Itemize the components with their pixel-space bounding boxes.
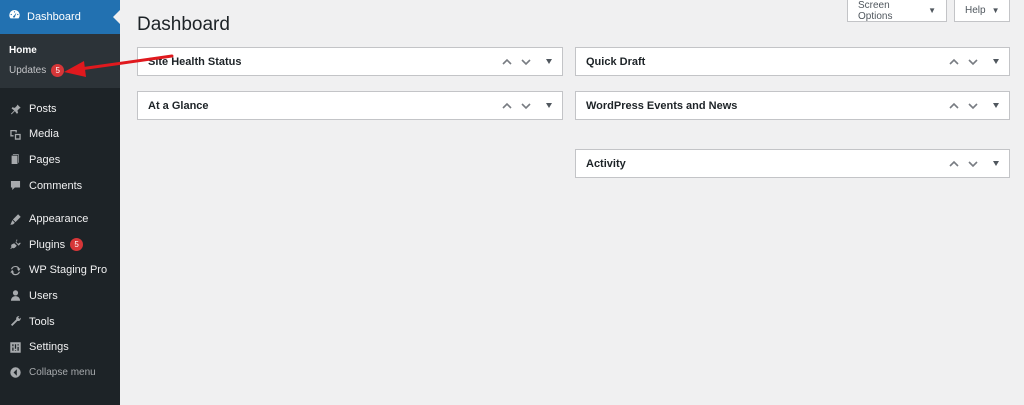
dashboard-icon xyxy=(8,8,21,26)
appearance-icon xyxy=(8,212,22,226)
sidebar-item-label: Appearance xyxy=(29,213,89,226)
move-up-icon[interactable] xyxy=(948,158,960,170)
help-button[interactable]: Help ▼ xyxy=(954,0,1010,22)
sidebar-item-appearance[interactable]: Appearance xyxy=(0,206,120,232)
plugins-icon xyxy=(8,238,22,252)
toggle-panel-icon[interactable] xyxy=(546,103,552,108)
sync-icon xyxy=(8,263,22,277)
submenu-item-label: Home xyxy=(9,44,37,56)
widget-quick-draft: Quick Draft xyxy=(575,47,1010,76)
widget-title: At a Glance xyxy=(148,99,209,112)
dashboard-submenu: Home Updates 5 xyxy=(0,34,120,88)
pages-icon xyxy=(8,153,22,167)
sidebar-item-label: Pages xyxy=(29,153,61,166)
caret-down-icon: ▼ xyxy=(991,6,1000,15)
move-up-icon[interactable] xyxy=(501,100,513,112)
settings-icon xyxy=(8,340,22,354)
comments-icon xyxy=(8,179,22,193)
sidebar-item-settings[interactable]: Settings xyxy=(0,334,120,360)
move-down-icon[interactable] xyxy=(967,56,979,68)
sidebar-item-label: Posts xyxy=(29,102,57,115)
users-icon xyxy=(8,289,22,303)
widget-title: Quick Draft xyxy=(586,55,646,68)
sidebar-item-pages[interactable]: Pages xyxy=(0,147,120,173)
plugins-count-badge: 5 xyxy=(70,238,84,252)
widget-title: Site Health Status xyxy=(148,55,242,68)
page-title: Dashboard xyxy=(137,14,230,35)
screen-options-label: Screen Options xyxy=(858,0,893,22)
move-down-icon[interactable] xyxy=(967,158,979,170)
sidebar-item-label: Settings xyxy=(29,341,69,354)
move-down-icon[interactable] xyxy=(520,100,532,112)
widget-wordpress-events-and-news: WordPress Events and News xyxy=(575,91,1010,120)
submenu-item-updates[interactable]: Updates 5 xyxy=(0,60,120,80)
help-label: Help xyxy=(965,5,986,16)
sidebar-item-posts[interactable]: Posts xyxy=(0,96,120,122)
wrench-icon xyxy=(8,315,22,329)
widget-title: Activity xyxy=(586,157,626,170)
sidebar-item-label: Collapse menu xyxy=(29,367,96,379)
submenu-item-home[interactable]: Home xyxy=(0,40,120,60)
sidebar-item-wp-staging-pro[interactable]: WP Staging Pro xyxy=(0,258,120,284)
pushpin-icon xyxy=(8,102,22,116)
collapse-menu-button[interactable]: Collapse menu xyxy=(0,360,120,386)
move-up-icon[interactable] xyxy=(948,100,960,112)
sidebar-item-comments[interactable]: Comments xyxy=(0,173,120,199)
move-down-icon[interactable] xyxy=(967,100,979,112)
collapse-icon xyxy=(8,366,22,380)
sidebar-item-label: Tools xyxy=(29,315,55,328)
sidebar-item-plugins[interactable]: Plugins 5 xyxy=(0,232,120,258)
move-down-icon[interactable] xyxy=(520,56,532,68)
sidebar-item-tools[interactable]: Tools xyxy=(0,309,120,335)
widget-site-health-status: Site Health Status xyxy=(137,47,563,76)
sidebar-item-label: Comments xyxy=(29,179,83,192)
move-up-icon[interactable] xyxy=(948,56,960,68)
sidebar-item-dashboard[interactable]: Dashboard xyxy=(0,0,120,34)
sidebar-item-label: WP Staging Pro xyxy=(29,264,108,277)
sidebar-item-label: Users xyxy=(29,289,58,302)
media-icon xyxy=(8,127,22,141)
sidebar-item-users[interactable]: Users xyxy=(0,283,120,309)
sidebar-item-label: Media xyxy=(29,128,59,141)
sidebar-item-media[interactable]: Media xyxy=(0,122,120,148)
sidebar-menu: Posts Media Pages Comments Appearance Pl… xyxy=(0,88,120,386)
submenu-item-label: Updates xyxy=(9,64,47,76)
widget-title: WordPress Events and News xyxy=(586,99,738,112)
move-up-icon[interactable] xyxy=(501,56,513,68)
caret-down-icon: ▼ xyxy=(928,6,936,15)
sidebar-item-label: Dashboard xyxy=(27,11,81,23)
sidebar-item-label: Plugins xyxy=(29,238,66,251)
widget-at-a-glance: At a Glance xyxy=(137,91,563,120)
screen-options-button[interactable]: Screen Options ▼ xyxy=(847,0,947,22)
toggle-panel-icon[interactable] xyxy=(546,59,552,64)
updates-count-badge: 5 xyxy=(51,63,65,77)
toggle-panel-icon[interactable] xyxy=(993,103,999,108)
widget-activity: Activity xyxy=(575,149,1010,178)
toggle-panel-icon[interactable] xyxy=(993,161,999,166)
admin-sidebar: Dashboard Home Updates 5 Posts Media Pag… xyxy=(0,0,120,405)
toggle-panel-icon[interactable] xyxy=(993,59,999,64)
